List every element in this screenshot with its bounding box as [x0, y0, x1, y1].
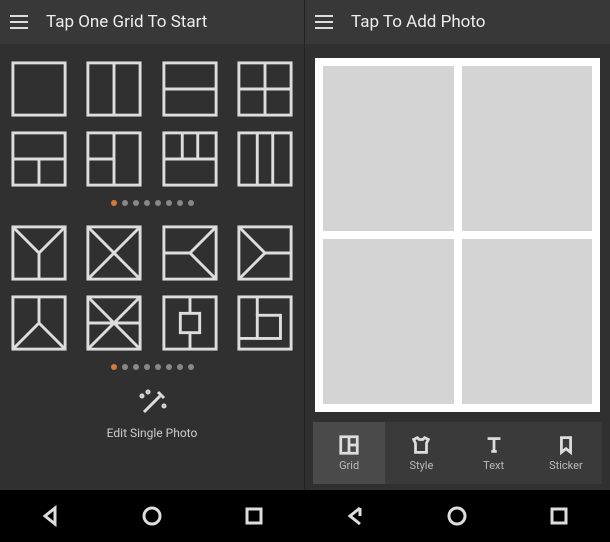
- dot[interactable]: [177, 200, 183, 206]
- dot[interactable]: [144, 364, 150, 370]
- grid-t-grid[interactable]: [161, 130, 219, 188]
- menu-icon[interactable]: [10, 10, 34, 34]
- tool-text[interactable]: Text: [458, 422, 530, 484]
- page-dots-2: [10, 364, 294, 370]
- grid-t-left[interactable]: [85, 130, 143, 188]
- tool-label: Sticker: [549, 459, 583, 472]
- grid-page-2: [0, 220, 304, 384]
- grid-h-split[interactable]: [161, 60, 219, 118]
- page-dots-1: [10, 200, 294, 206]
- grid-tri-down[interactable]: [10, 294, 68, 352]
- nav-left: [0, 490, 305, 542]
- grid-tri-up[interactable]: [10, 224, 68, 282]
- magic-label: Edit Single Photo: [107, 426, 198, 440]
- canvas-cell[interactable]: [323, 239, 454, 404]
- grid-frame-corner[interactable]: [236, 294, 294, 352]
- canvas-cell[interactable]: [462, 239, 593, 404]
- edit-single-photo-button[interactable]: Edit Single Photo: [0, 388, 304, 440]
- grid-icon: [338, 434, 360, 456]
- menu-icon[interactable]: [315, 10, 339, 34]
- home-button[interactable]: [445, 504, 469, 528]
- dot[interactable]: [122, 364, 128, 370]
- dot[interactable]: [155, 200, 161, 206]
- recent-button[interactable]: [547, 504, 571, 528]
- shirt-icon: [410, 434, 432, 456]
- home-button[interactable]: [140, 504, 164, 528]
- bookmark-icon: [555, 434, 577, 456]
- dot[interactable]: [155, 364, 161, 370]
- nav-right: [305, 490, 610, 542]
- dot[interactable]: [188, 200, 194, 206]
- grid-frame-center[interactable]: [161, 294, 219, 352]
- dot[interactable]: [166, 200, 172, 206]
- dot[interactable]: [144, 200, 150, 206]
- grid-cols3[interactable]: [236, 130, 294, 188]
- tool-label: Text: [483, 459, 504, 472]
- dot[interactable]: [133, 200, 139, 206]
- grid-page-1: [0, 44, 304, 220]
- grid-v-split[interactable]: [85, 60, 143, 118]
- tool-label: Grid: [339, 459, 359, 472]
- magic-wand-icon: [136, 388, 168, 420]
- dot[interactable]: [111, 200, 117, 206]
- canvas-cell[interactable]: [462, 66, 593, 231]
- left-screen: Tap One Grid To Start: [0, 0, 305, 490]
- dot[interactable]: [122, 200, 128, 206]
- right-screen: Tap To Add Photo Grid Style: [305, 0, 610, 490]
- grid-single[interactable]: [10, 60, 68, 118]
- grid-tri-x[interactable]: [85, 224, 143, 282]
- text-icon: [483, 434, 505, 456]
- grid-quad[interactable]: [236, 60, 294, 118]
- grid-t-top[interactable]: [10, 130, 68, 188]
- back-button[interactable]: [344, 504, 368, 528]
- dot[interactable]: [133, 364, 139, 370]
- dot[interactable]: [177, 364, 183, 370]
- dot[interactable]: [188, 364, 194, 370]
- canvas-cell[interactable]: [323, 66, 454, 231]
- left-title: Tap One Grid To Start: [46, 12, 207, 32]
- dot[interactable]: [166, 364, 172, 370]
- recent-button[interactable]: [242, 504, 266, 528]
- left-topbar: Tap One Grid To Start: [0, 0, 304, 44]
- grid-tri-left[interactable]: [236, 224, 294, 282]
- grid-tri-right[interactable]: [161, 224, 219, 282]
- dot[interactable]: [111, 364, 117, 370]
- tool-grid[interactable]: Grid: [313, 422, 385, 484]
- right-topbar: Tap To Add Photo: [305, 0, 610, 44]
- photo-canvas[interactable]: [315, 58, 600, 412]
- back-button[interactable]: [39, 504, 63, 528]
- grid-envelope[interactable]: [85, 294, 143, 352]
- bottom-toolbar: Grid Style Text Sticker: [313, 422, 602, 484]
- tool-label: Style: [409, 459, 433, 472]
- tool-sticker[interactable]: Sticker: [530, 422, 602, 484]
- tool-style[interactable]: Style: [385, 422, 457, 484]
- android-nav-bars: [0, 490, 610, 542]
- right-title: Tap To Add Photo: [351, 12, 485, 32]
